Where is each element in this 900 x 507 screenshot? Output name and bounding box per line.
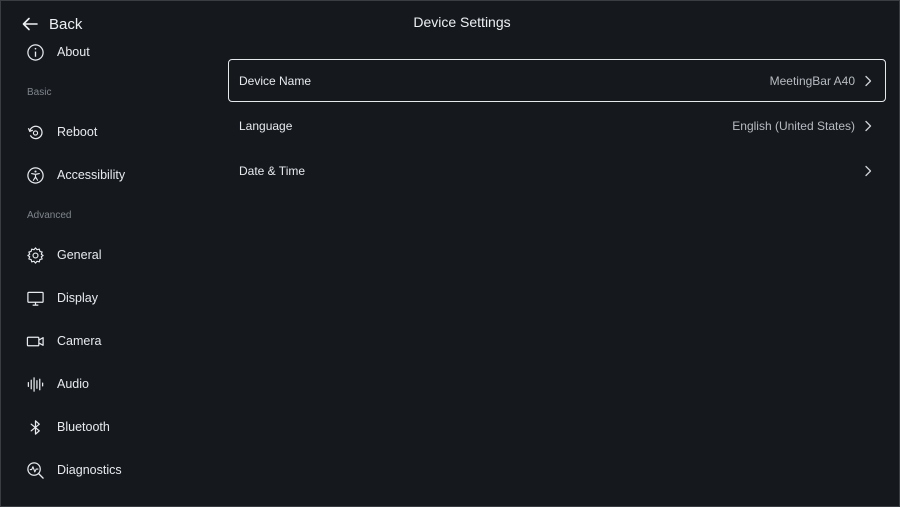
audio-icon [25,374,45,394]
sidebar-item-label: About [57,45,90,59]
gear-icon [25,245,45,265]
sidebar-item-reboot[interactable]: Reboot [25,117,97,147]
diagnostics-icon [25,460,45,480]
sidebar: About Basic Reboot Accessibility Advance… [1,31,216,506]
setting-row-device-name[interactable]: Device Name MeetingBar A40 [228,59,886,102]
sidebar-item-diagnostics[interactable]: Diagnostics [25,455,122,485]
setting-row-date-time[interactable]: Date & Time [228,149,886,192]
sidebar-item-bluetooth[interactable]: Bluetooth [25,412,110,442]
chevron-right-icon [863,165,875,177]
setting-label: Language [239,118,293,133]
sidebar-item-general[interactable]: General [25,240,101,270]
setting-label: Date & Time [239,163,306,178]
partial-icon [25,503,45,506]
sidebar-item-display[interactable]: Display [25,283,98,313]
sidebar-item-label: Accessibility [57,168,126,182]
setting-value: English (United States) [732,118,855,133]
sidebar-item-label: Bluetooth [57,420,110,434]
setting-value: MeetingBar A40 [769,73,855,88]
sidebar-item-label: Audio [57,377,89,391]
sidebar-item-label: Display [57,291,98,305]
chevron-right-icon [863,75,875,87]
setting-label: Device Name [239,73,312,88]
sidebar-item-label: Diagnostics [57,463,122,477]
page-title: Device Settings [413,14,511,30]
accessibility-icon [25,165,45,185]
info-icon [25,42,45,62]
sidebar-item-label: Reboot [57,125,98,139]
monitor-icon [25,288,45,308]
settings-list: Device Name MeetingBar A40 Language Engl… [228,59,886,194]
bluetooth-icon [25,417,45,437]
sidebar-item-audio[interactable]: Audio [25,369,89,399]
setting-row-language[interactable]: Language English (United States) [228,104,886,147]
sidebar-item-label: Camera [57,334,102,348]
chevron-right-icon [863,120,875,132]
section-advanced: Advanced [27,210,72,221]
app-window: Back Device Settings About Basic Reboot … [0,0,900,507]
sidebar-item-camera[interactable]: Camera [25,326,101,356]
reboot-icon [25,122,45,142]
camera-icon [25,331,45,351]
section-basic: Basic [27,87,52,98]
sidebar-item-label: General [57,248,102,262]
sidebar-item-accessibility[interactable]: Accessibility [25,160,125,190]
sidebar-item-partial[interactable] [25,498,57,506]
sidebar-item-about[interactable]: About [25,37,90,67]
